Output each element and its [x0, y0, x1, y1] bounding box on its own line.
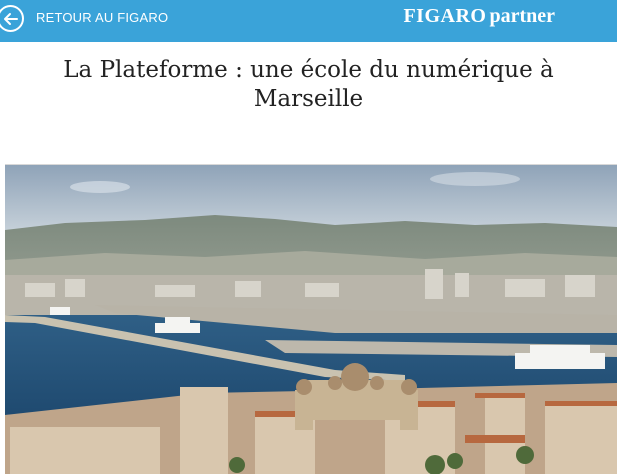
figaro-partner-logo: FIGARO partner [403, 5, 555, 28]
article-title: La Plateforme : une école du numérique à… [63, 57, 554, 112]
brand-partner: partner [489, 5, 555, 27]
back-arrow-icon[interactable] [0, 5, 24, 32]
hero-image [5, 164, 617, 474]
brand-figaro: FIGARO [403, 5, 487, 27]
marseille-port-photo [5, 165, 617, 474]
top-bar: RETOUR AU FIGARO FIGARO partner [0, 0, 617, 42]
back-to-figaro-link[interactable]: RETOUR AU FIGARO [36, 10, 168, 25]
